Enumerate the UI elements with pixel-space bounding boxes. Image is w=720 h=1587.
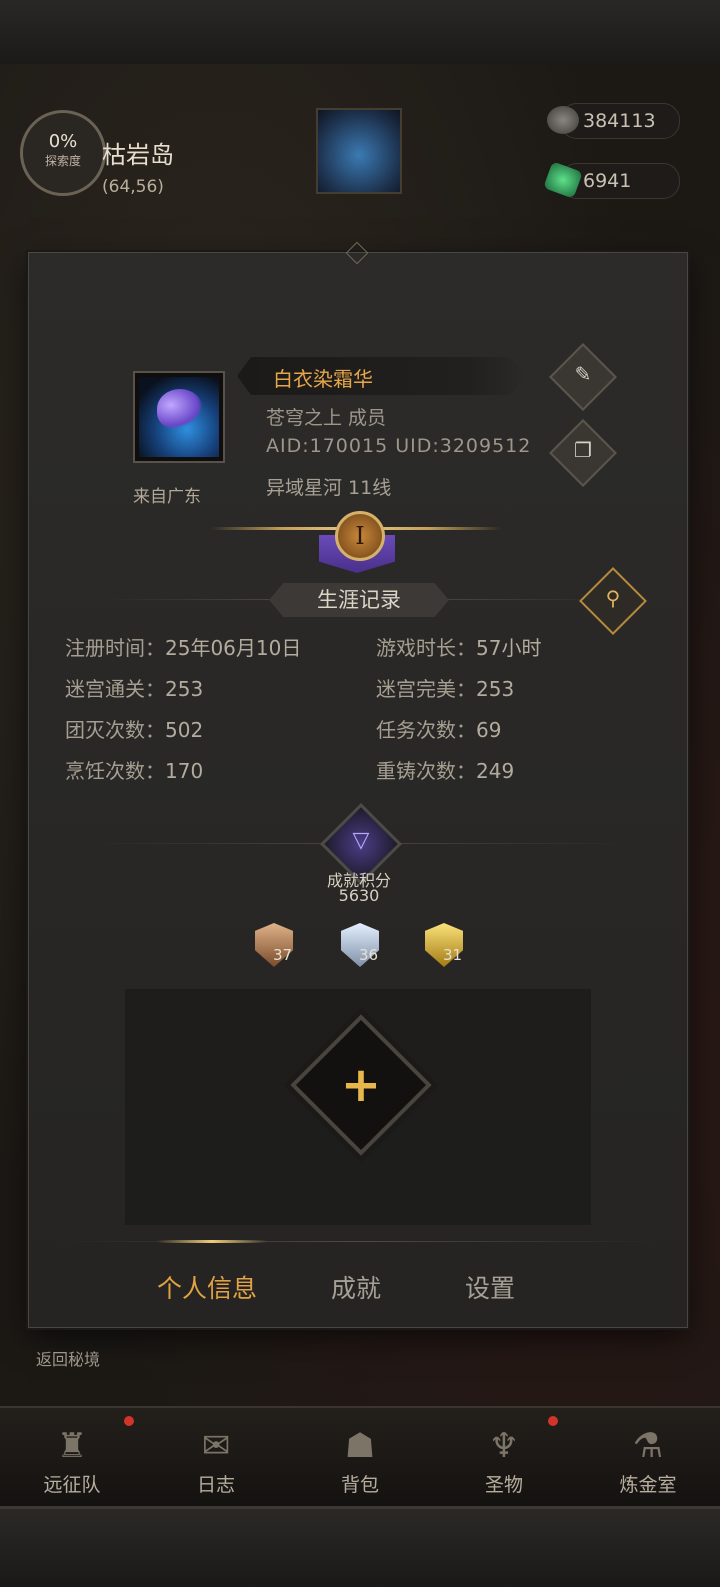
from-region: 来自广东 [133, 487, 201, 507]
stat-value: 253 [476, 677, 515, 701]
tab-divider [59, 1241, 659, 1242]
stat-cooking: 烹饪次数：170 [65, 755, 203, 784]
notification-dot [548, 1416, 558, 1426]
stat-value: 170 [165, 759, 204, 783]
nav-label: 圣物 [484, 1474, 523, 1496]
plus-icon: + [340, 1057, 382, 1113]
stat-playtime: 游戏时长：57小时 [376, 632, 541, 661]
nav-backpack[interactable]: ☗ 背包 [288, 1408, 432, 1508]
stat-register: 注册时间：25年06月10日 [65, 632, 301, 661]
player-ids: AID:170015 UID:3209512 [266, 435, 532, 457]
bag-icon: ☗ [344, 1426, 376, 1466]
location-name: 枯岩岛 [102, 141, 174, 169]
copy-button[interactable]: ❐ [549, 419, 617, 487]
avatar-image [139, 377, 219, 457]
nav-journal[interactable]: ✉ 日志 [144, 1408, 288, 1508]
stat-label: 游戏时长： [376, 636, 476, 660]
stat-maze-perfect: 迷宫完美：253 [376, 673, 514, 702]
stat-value: 25年06月10日 [165, 636, 302, 660]
gem-count: 6941 [583, 170, 632, 192]
tab-settings[interactable]: 设置 [465, 1269, 515, 1305]
career-title: 生涯记录 [269, 583, 449, 617]
explore-progress[interactable]: 0% 探索度 [20, 110, 106, 196]
gold-count: 31 [443, 946, 463, 964]
return-button[interactable]: 返回秘境 [36, 1346, 100, 1370]
triangle-icon: ▽ [352, 828, 370, 854]
active-tab-indicator [157, 1240, 267, 1243]
stat-quests: 任务次数：69 [376, 714, 501, 743]
stat-value: 57小时 [476, 636, 542, 660]
career-search-button[interactable]: ⚲ [579, 567, 647, 635]
nav-expedition[interactable]: ♜ 远征队 [0, 1408, 144, 1508]
bottom-nav: ♜ 远征队 ✉ 日志 ☗ 背包 ♆ 圣物 ⚗ 炼金室 [0, 1406, 720, 1508]
stat-label: 烹饪次数： [65, 759, 165, 783]
stone-icon [547, 106, 579, 134]
bronze-count: 37 [273, 946, 293, 964]
stat-label: 任务次数： [376, 718, 476, 742]
edit-button[interactable]: ✎ [549, 343, 617, 411]
quill-icon: ✎ [574, 362, 592, 387]
nav-label: 日志 [196, 1474, 235, 1496]
explore-label: 探索度 [44, 154, 81, 168]
top-frame [0, 0, 720, 67]
tab-personal-info[interactable]: 个人信息 [157, 1269, 257, 1305]
stat-value: 69 [476, 718, 502, 742]
nav-alchemy[interactable]: ⚗ 炼金室 [576, 1408, 720, 1508]
stat-value: 253 [165, 677, 204, 701]
stat-label: 迷宫完美： [376, 677, 476, 701]
guild-info: 苍穹之上 成员 [266, 407, 387, 429]
player-name: 白衣染霜华 [273, 367, 373, 391]
profile-modal: 来自广东 白衣染霜华 苍穹之上 成员 AID:170015 UID:320951… [28, 241, 688, 1328]
helmet-icon: ♜ [56, 1426, 88, 1466]
nav-label: 炼金室 [619, 1474, 677, 1496]
alchemy-icon: ⚗ [632, 1426, 664, 1466]
location-coords: (64,56) [102, 177, 164, 197]
nav-label: 背包 [340, 1474, 379, 1496]
gem-resource[interactable]: 6941 [543, 161, 680, 199]
stat-value: 249 [476, 759, 515, 783]
rank-badge[interactable]: I [335, 511, 385, 561]
server-info: 异域星河 11线 [266, 477, 392, 499]
nav-label: 远征队 [43, 1474, 101, 1496]
notification-dot [124, 1416, 134, 1426]
stat-wipes: 团灭次数：502 [65, 714, 203, 743]
scroll-icon: ✉ [201, 1426, 231, 1466]
explore-percent: 0% [48, 131, 78, 152]
stat-label: 重铸次数： [376, 759, 476, 783]
avatar[interactable] [133, 371, 225, 463]
copy-icon: ❐ [574, 438, 592, 463]
silver-count: 36 [359, 946, 379, 964]
relic-icon: ♆ [488, 1426, 520, 1466]
stat-label: 迷宫通关： [65, 677, 165, 701]
stone-resource[interactable]: 384113 [547, 103, 680, 139]
stat-maze-clear: 迷宫通关：253 [65, 673, 203, 702]
stat-value: 502 [165, 718, 204, 742]
tab-achievements[interactable]: 成就 [331, 1269, 381, 1305]
stat-label: 团灭次数： [65, 718, 165, 742]
bottom-frame [0, 1506, 720, 1587]
magnifier-icon: ⚲ [605, 586, 621, 611]
stone-count: 384113 [583, 110, 656, 132]
stat-reforge: 重铸次数：249 [376, 755, 514, 784]
player-portrait[interactable] [316, 108, 402, 194]
achievement-score: 5630 [338, 886, 380, 905]
stat-label: 注册时间： [65, 636, 165, 660]
